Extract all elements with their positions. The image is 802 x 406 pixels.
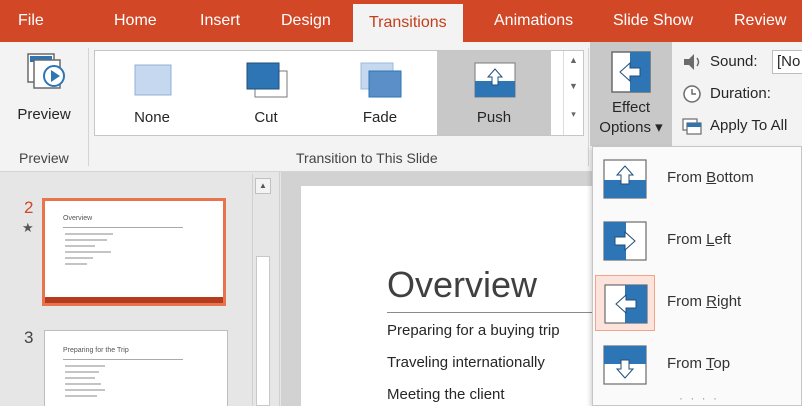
arrow-left-icon	[604, 284, 648, 324]
transition-none[interactable]: None	[95, 51, 209, 135]
preview-label: Preview	[17, 106, 71, 123]
slide-number: 3	[24, 328, 34, 347]
apply-to-all-label: Apply To All	[710, 117, 788, 134]
thumb-bullet	[65, 389, 105, 391]
effect-options-icon	[611, 51, 651, 93]
thumb-title-rule	[63, 227, 183, 228]
menu-item-label: From Top	[667, 355, 731, 372]
cut-transition-icon	[246, 62, 288, 98]
preview-button[interactable]: Preview	[6, 48, 82, 132]
tab-animations[interactable]: Animations	[494, 0, 573, 42]
tab-insert[interactable]: Insert	[200, 0, 240, 42]
transition-cut[interactable]: Cut	[209, 51, 323, 135]
tab-review[interactable]: Review	[734, 0, 786, 42]
tab-home[interactable]: Home	[114, 0, 157, 42]
tab-file[interactable]: File	[18, 0, 44, 42]
thumb-bullet	[65, 239, 107, 241]
slide-bullet[interactable]: Preparing for a buying trip	[387, 322, 560, 339]
from-right-icon-box	[595, 275, 655, 331]
thumb-bullet	[65, 263, 87, 265]
transition-fade-label: Fade	[362, 109, 398, 126]
thumb-bullet	[65, 245, 95, 247]
accelerator-key: R	[706, 293, 718, 310]
scroll-up-icon[interactable]: ▲	[255, 178, 271, 194]
thumb-title: Preparing for the Trip	[63, 347, 129, 354]
transition-none-label: None	[134, 109, 170, 126]
slide-pane-scrollbar[interactable]: ▲	[252, 174, 272, 406]
slide-thumbnail-3[interactable]: Preparing for the Trip	[44, 330, 228, 406]
tab-slide-show[interactable]: Slide Show	[613, 0, 693, 42]
thumb-title: Overview	[63, 215, 93, 222]
slide-number: 2	[24, 198, 34, 217]
thumb-bullet	[65, 371, 99, 373]
transition-cut-label: Cut	[254, 109, 278, 126]
push-transition-icon	[474, 62, 516, 98]
slide-bullet[interactable]: Traveling internationally	[387, 354, 545, 371]
transition-fade[interactable]: Fade	[323, 51, 437, 135]
scrollbar-thumb[interactable]	[256, 256, 270, 406]
none-transition-icon	[134, 64, 172, 96]
menu-item-from-right[interactable]: From Right	[593, 275, 801, 331]
slide-title-rule	[387, 312, 617, 313]
gallery-scrollbar[interactable]: ▲ ▼ ▾	[563, 51, 583, 135]
accelerator-key: T	[705, 355, 714, 372]
clock-icon	[683, 85, 701, 103]
from-top-icon-box	[595, 337, 655, 393]
arrow-down-icon	[603, 345, 647, 385]
preview-icon	[27, 53, 65, 89]
effect-options-label-line2: Options ▾	[599, 119, 663, 136]
arrow-up-icon	[603, 159, 647, 199]
transition-push[interactable]: Push	[437, 51, 551, 135]
thumb-title-rule	[63, 359, 183, 360]
sound-label: Sound:	[710, 53, 758, 70]
fade-transition-icon	[360, 62, 402, 98]
menu-item-from-left[interactable]: From Left	[593, 213, 801, 269]
gallery-scroll-up-icon[interactable]: ▲	[564, 55, 583, 65]
slide-thumbnail-pane: 2 ★ Overview 3 Preparing for the Trip ▲	[0, 172, 280, 406]
thumb-bullet	[65, 251, 111, 253]
duration-label: Duration:	[710, 85, 771, 102]
effect-options-button[interactable]: Effect Options ▾	[590, 42, 672, 146]
group-separator	[588, 48, 589, 166]
thumb-bullet	[65, 377, 95, 379]
thumb-footer-bar	[45, 297, 223, 303]
thumb-bullet	[65, 383, 101, 385]
accelerator-key: L	[706, 231, 715, 248]
apply-to-all-icon	[682, 118, 702, 135]
sound-icon	[684, 54, 700, 70]
effect-options-menu: From Bottom From Left From Right From To…	[592, 146, 802, 406]
menu-item-label: From Bottom	[667, 169, 754, 186]
sound-dropdown[interactable]: [No	[772, 50, 802, 74]
transition-push-label: Push	[476, 109, 512, 126]
slide-title[interactable]: Overview	[387, 264, 537, 306]
tab-transitions[interactable]: Transitions	[353, 4, 463, 42]
thumb-bullet	[65, 395, 97, 397]
accelerator-key: B	[706, 169, 717, 186]
transition-star-icon: ★	[22, 220, 34, 235]
gallery-more-icon[interactable]: ▾	[564, 109, 583, 120]
menu-item-from-top[interactable]: From Top	[593, 337, 801, 393]
menu-more-indicator: · · · ·	[679, 391, 719, 405]
effect-options-label: Effect Options ▾	[590, 98, 672, 138]
arrow-right-icon	[603, 221, 647, 261]
thumb-bullet	[65, 365, 105, 367]
gallery-scroll-down-icon[interactable]: ▼	[564, 81, 583, 91]
preview-group-label: Preview	[19, 150, 69, 166]
slide-bullet[interactable]: Meeting the client	[387, 386, 505, 403]
menu-item-label: From Right	[667, 293, 742, 310]
from-bottom-icon-box	[595, 151, 655, 207]
effect-options-label-line1: Effect	[611, 99, 651, 116]
from-left-icon-box	[595, 213, 655, 269]
menu-item-from-bottom[interactable]: From Bottom	[593, 151, 801, 207]
thumb-bullet	[65, 257, 93, 259]
transition-gallery: None Cut Fade Push ▲ ▼ ▾	[94, 50, 584, 136]
ribbon-tab-bar: File Home Insert Design Transitions Anim…	[0, 0, 802, 42]
group-separator	[88, 48, 89, 166]
transitions-group-label: Transition to This Slide	[296, 150, 438, 166]
menu-item-label: From Left	[667, 231, 732, 248]
thumb-bullet	[65, 233, 113, 235]
slide-thumbnail-2[interactable]: Overview	[42, 198, 226, 306]
tab-design[interactable]: Design	[281, 0, 331, 42]
